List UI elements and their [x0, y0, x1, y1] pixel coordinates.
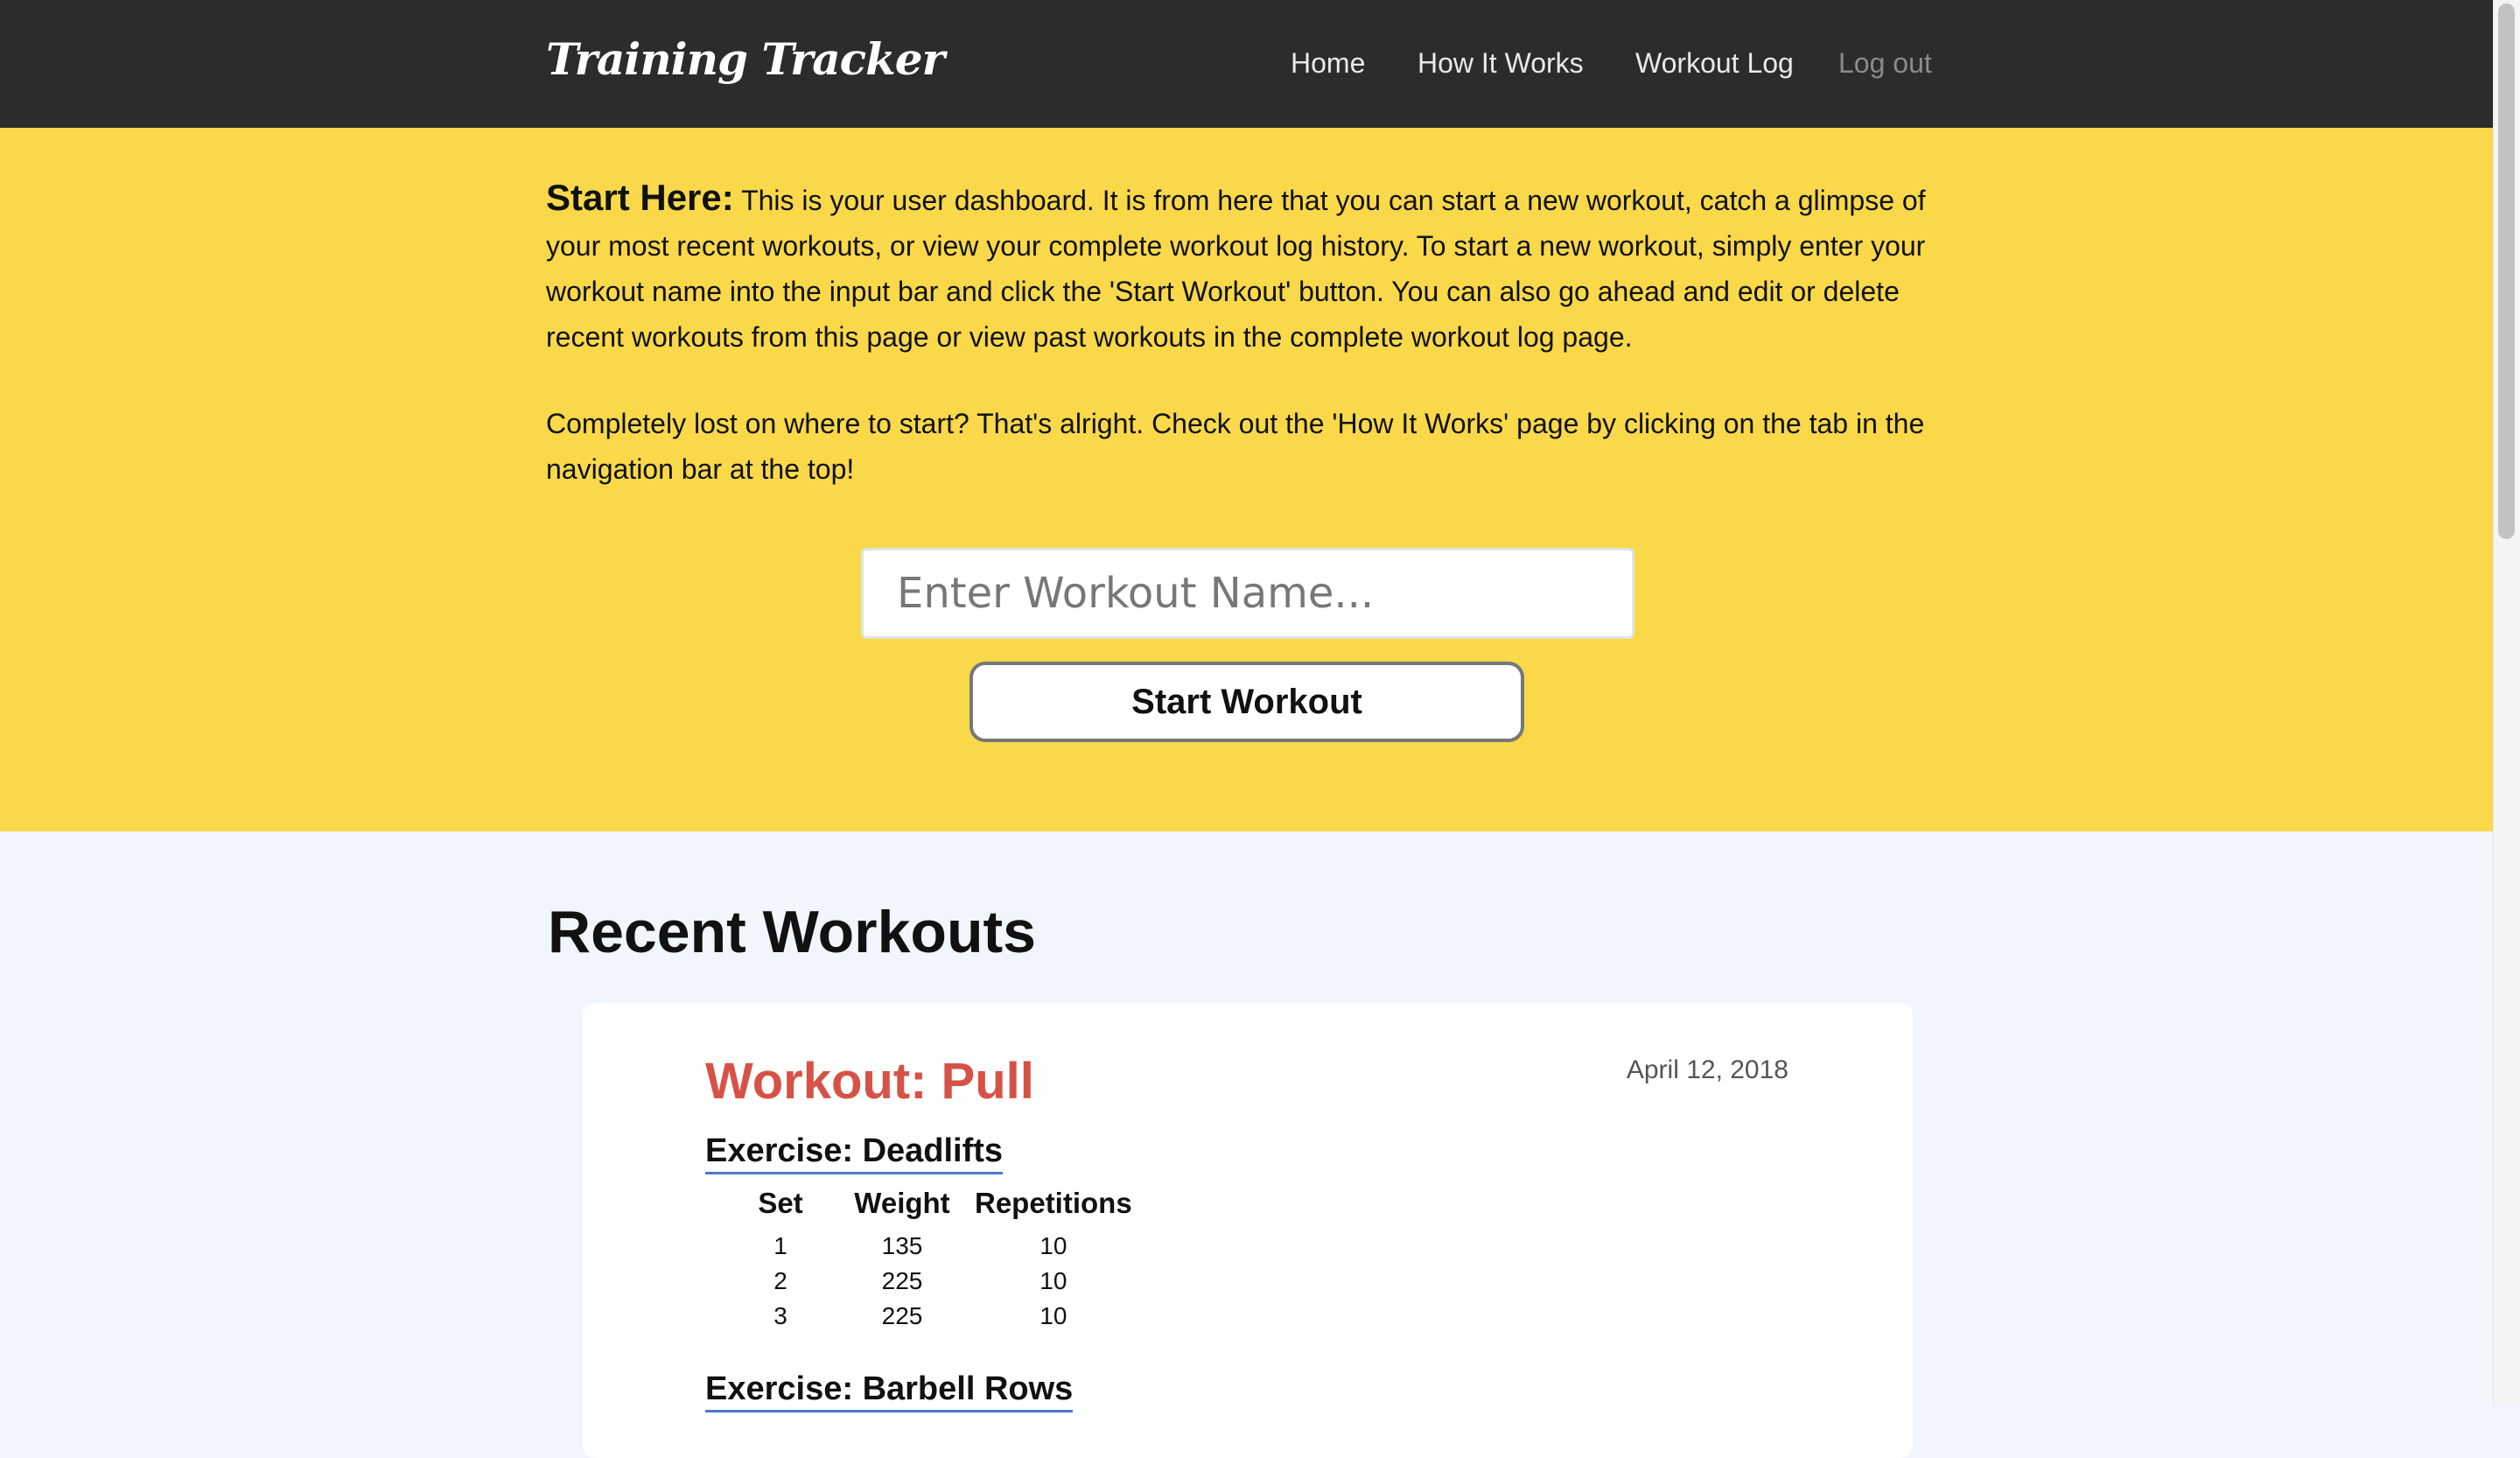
intro-text: This is your user dashboard. It is from … [546, 185, 1926, 353]
workout-date: April 12, 2018 [1626, 1055, 1788, 1084]
workout-title[interactable]: Workout: Pull [705, 1052, 1034, 1111]
nav-log-out[interactable]: Log out [1838, 47, 1932, 80]
help-paragraph: Completely lost on where to start? That'… [546, 408, 1925, 485]
set-repetitions: 10 [1040, 1232, 1068, 1259]
sets-table: Set Weight Repetitions 1 135 10 2 225 10… [723, 1185, 1141, 1334]
brand-logo[interactable]: Training Tracker [546, 33, 945, 85]
nav-how-it-works[interactable]: How It Works [1418, 47, 1584, 80]
table-row: 2 225 10 [723, 1264, 1141, 1299]
scrollbar-thumb[interactable] [2498, 4, 2515, 539]
table-row: 1 135 10 [723, 1229, 1141, 1264]
intro-paragraph: Start Here: This is your user dashboard.… [546, 175, 1946, 360]
set-number: 2 [774, 1267, 788, 1294]
exercise-name[interactable]: Exercise: Barbell Rows [705, 1370, 1074, 1412]
set-repetitions: 10 [1040, 1302, 1068, 1329]
set-weight: 135 [881, 1232, 923, 1259]
nav-home[interactable]: Home [1291, 47, 1365, 80]
recent-workouts-heading: Recent Workouts [548, 899, 1036, 965]
exercise-name[interactable]: Exercise: Deadlifts [705, 1132, 1004, 1174]
column-header-repetitions: Repetitions [975, 1187, 1132, 1219]
start-here-section: Start Here: This is your user dashboard.… [0, 128, 2493, 831]
workout-name-input[interactable] [861, 548, 1634, 639]
set-weight: 225 [881, 1267, 923, 1294]
set-repetitions: 10 [1040, 1267, 1068, 1294]
start-workout-button[interactable]: Start Workout [970, 662, 1524, 742]
set-weight: 225 [881, 1302, 923, 1329]
sets-table-header: Set Weight Repetitions [723, 1185, 1141, 1229]
top-navbar: Training Tracker Home How It Works Worko… [0, 0, 2493, 128]
intro-title: Start Here: [546, 177, 734, 218]
nav-workout-log[interactable]: Workout Log [1635, 47, 1794, 80]
set-number: 1 [774, 1232, 788, 1259]
set-number: 3 [774, 1302, 788, 1329]
table-row: 3 225 10 [723, 1299, 1141, 1334]
workout-card: Workout: Pull April 12, 2018 Exercise: D… [583, 1003, 1913, 1458]
column-header-set: Set [758, 1187, 803, 1219]
column-header-weight: Weight [854, 1187, 950, 1219]
